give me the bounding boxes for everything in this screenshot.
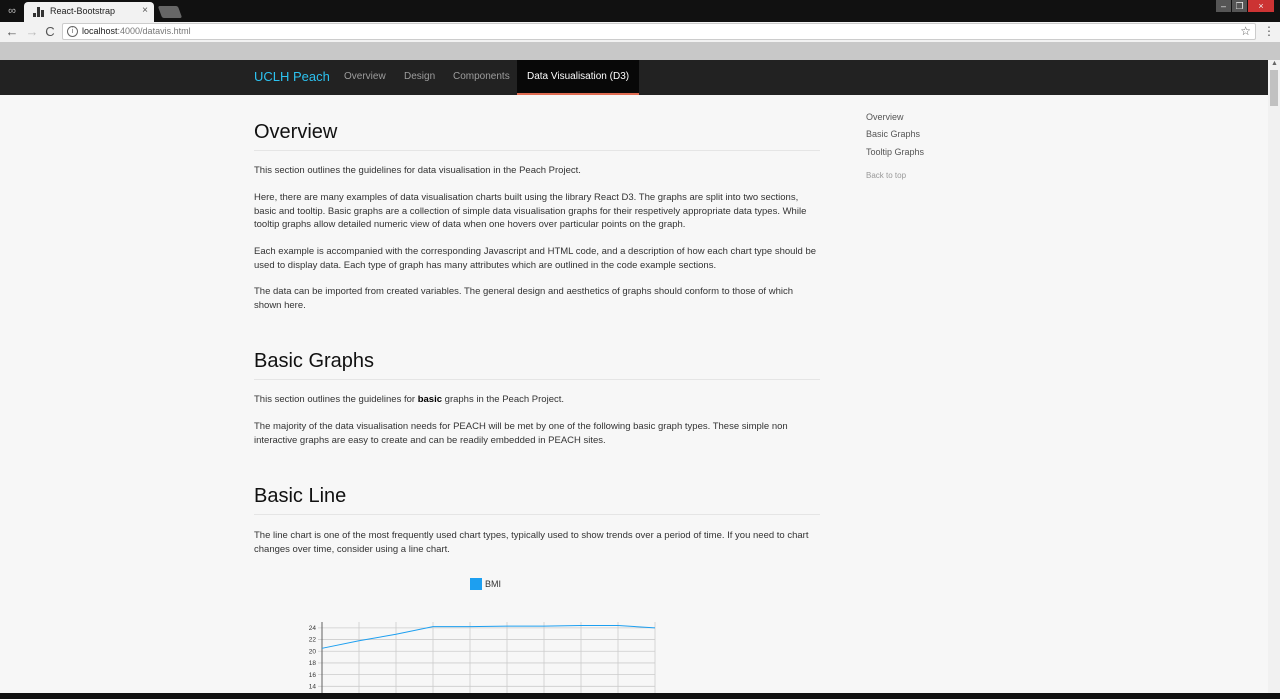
overview-paragraph-1: This section outlines the guidelines for… [254, 165, 581, 176]
close-icon[interactable]: × [142, 5, 148, 16]
info-icon[interactable]: i [67, 26, 78, 37]
scroll-thumb[interactable] [1270, 70, 1278, 106]
brand-link[interactable]: UCLH Peach [254, 69, 330, 84]
window-close-button[interactable]: × [1248, 0, 1274, 12]
address-bar[interactable]: i localhost:4000/datavis.html ☆ [62, 23, 1256, 40]
y-tick-label: 14 [309, 684, 317, 691]
incognito-icon: ∞ [8, 5, 16, 17]
divider [254, 379, 820, 380]
bmi-line-chart: 24222018161412 [309, 622, 656, 699]
browser-toolbar: ← → C i localhost:4000/datavis.html ☆ ⋮ [0, 22, 1280, 42]
site-navbar: UCLH Peach Overview Design Components Da… [0, 60, 1268, 95]
basic-graphs-heading: Basic Graphs [254, 350, 375, 372]
new-tab-button[interactable] [157, 6, 183, 18]
series-line-bmi [321, 625, 656, 649]
y-axis: 24222018161412 [309, 622, 323, 699]
scroll-up-icon[interactable]: ▲ [1271, 60, 1278, 67]
restore-button[interactable]: ❐ [1232, 0, 1247, 12]
overview-paragraph-2: Here, there are many examples of data vi… [254, 192, 807, 230]
sidenav-basic-graphs[interactable]: Basic Graphs [866, 129, 920, 139]
browser-tabstrip: ∞ React-Bootstrap × – ❐ × [0, 0, 1280, 22]
sidenav-tooltip-graphs[interactable]: Tooltip Graphs [866, 147, 924, 157]
forward-button[interactable]: → [24, 24, 40, 40]
basic-graphs-paragraph-2: The majority of the data visualisation n… [254, 421, 788, 446]
bookmarks-strip [0, 42, 1280, 60]
sidenav-overview[interactable]: Overview [866, 112, 904, 122]
taskbar [0, 693, 1280, 699]
y-tick-label: 18 [309, 660, 317, 667]
y-tick-label: 24 [309, 625, 317, 632]
page-scrollbar[interactable]: ▲ [1268, 60, 1280, 699]
overview-heading: Overview [254, 121, 338, 143]
basic-line-heading: Basic Line [254, 485, 347, 507]
divider [254, 514, 820, 515]
nav-design[interactable]: Design [404, 71, 435, 82]
nav-components[interactable]: Components [453, 71, 510, 82]
y-tick-label: 16 [309, 672, 317, 679]
y-tick-label: 22 [309, 637, 317, 644]
divider [254, 150, 820, 151]
url-text: localhost:4000/datavis.html [82, 26, 191, 36]
browser-tab[interactable]: React-Bootstrap × [24, 2, 154, 22]
overview-paragraph-4: The data can be imported from created va… [254, 286, 793, 311]
minimize-button[interactable]: – [1216, 0, 1231, 12]
bookmark-star-icon[interactable]: ☆ [1240, 24, 1251, 38]
legend-label: BMI [485, 579, 502, 589]
y-tick-label: 20 [309, 648, 317, 655]
tab-title: React-Bootstrap [50, 6, 116, 16]
back-button[interactable]: ← [4, 24, 20, 40]
nav-overview[interactable]: Overview [344, 71, 386, 82]
back-to-top-link[interactable]: Back to top [866, 171, 906, 180]
chart-grid [318, 622, 656, 699]
reload-button[interactable]: C [42, 24, 58, 40]
legend-swatch [470, 578, 482, 590]
overview-paragraph-3: Each example is accompanied with the cor… [254, 246, 817, 271]
basic-line-paragraph: The line chart is one of the most freque… [254, 530, 809, 555]
browser-menu-icon[interactable]: ⋮ [1263, 24, 1275, 38]
bar-chart-icon [33, 7, 45, 17]
nav-data-visualisation[interactable]: Data Visualisation (D3) [517, 60, 640, 95]
basic-graphs-paragraph-1: This section outlines the guidelines for… [254, 394, 565, 405]
